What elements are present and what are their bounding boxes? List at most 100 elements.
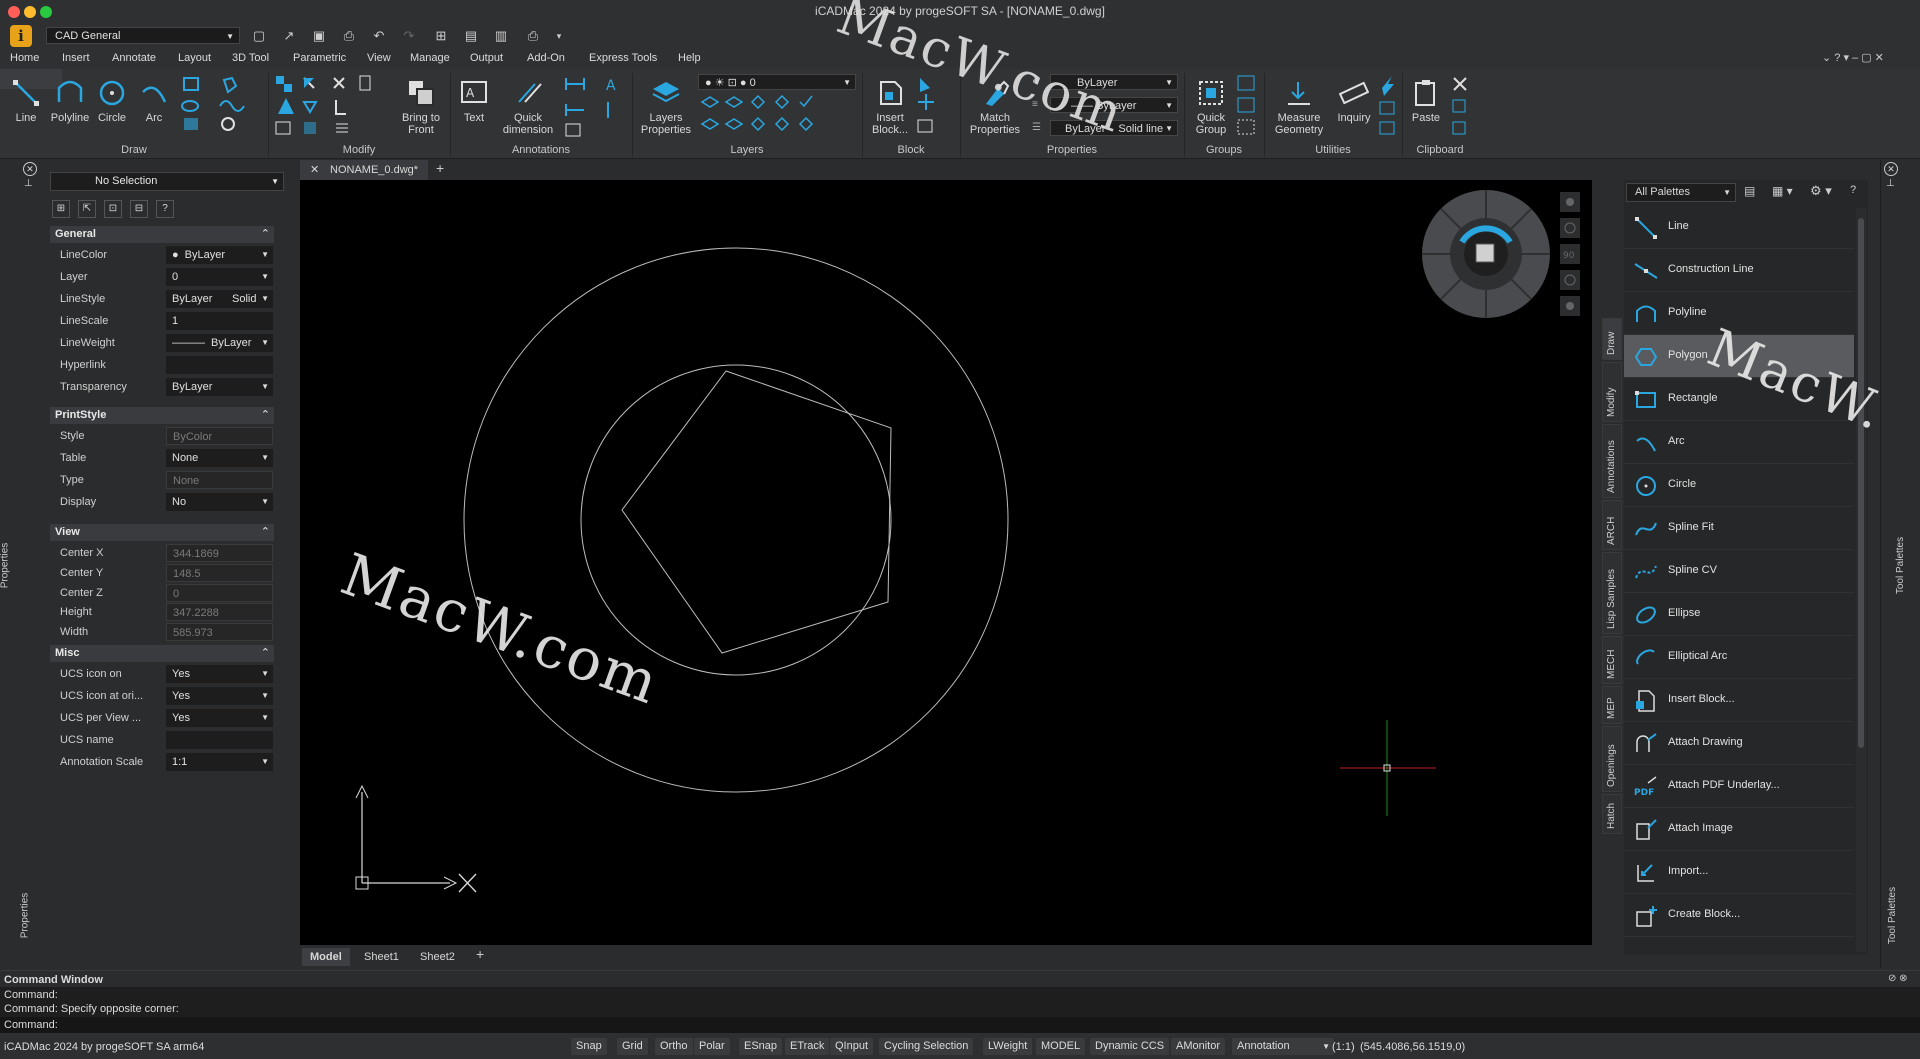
layers-properties-button[interactable]: Layers Properties [638,78,694,136]
arc-button[interactable]: Arc [136,78,172,124]
collapse-icon[interactable]: ⌃ [261,226,270,243]
close-tab-icon[interactable]: ✕ [310,163,319,176]
menu-home[interactable]: Home [10,52,39,64]
palette-item-attach-image[interactable]: Attach Image [1624,808,1854,851]
section-view[interactable]: View ⌃ [50,524,274,541]
properties-bottom-label[interactable]: Properties [19,893,30,939]
paste-button[interactable]: Paste [1408,78,1444,124]
palette-tab-arch[interactable]: ARCH [1602,500,1622,550]
prop-value[interactable]: ByLayer ▼ [166,378,273,396]
qat-customize-icon[interactable]: ▾ [550,27,568,45]
status-toggle-ortho[interactable]: Ortho [655,1038,693,1055]
properties-side-label[interactable]: Properties [0,543,10,589]
prop-value[interactable]: 0 ▼ [166,268,273,286]
group-tools-icon[interactable] [1236,74,1258,138]
status-toggle-cycling-selection[interactable]: Cycling Selection [879,1038,974,1055]
bring-to-front-button[interactable]: Bring to Front [396,78,446,136]
palette-item-spline-fit[interactable]: Spline Fit [1624,507,1854,550]
prop-value[interactable]: 1 [166,312,273,330]
status-toggle-qinput[interactable]: QInput [830,1038,874,1055]
palette-tab-mech[interactable]: MECH [1602,636,1622,684]
menu-output[interactable]: Output [470,52,503,64]
palette-item-insert-block[interactable]: Insert Block... [1624,679,1854,722]
clipboard-tools-icon[interactable] [1450,74,1472,138]
palette-help-icon[interactable]: ? [1850,184,1856,196]
prop-value[interactable]: None ▼ [166,449,273,467]
prop-value[interactable]: 1:1 ▼ [166,753,273,771]
status-toggle-polar[interactable]: Polar [694,1038,730,1055]
modify-tools-icon[interactable] [274,74,390,138]
status-toggle-dynamic-ccs[interactable]: Dynamic CCS [1090,1038,1170,1055]
layout-tab-model[interactable]: Model [302,948,350,966]
status-toggle-amonitor[interactable]: AMonitor [1171,1038,1226,1055]
menu-manage[interactable]: Manage [410,52,450,64]
palette-save-icon[interactable]: ▤ [1744,184,1755,198]
layer-tools-icon[interactable] [700,94,822,138]
annotation-scale-select[interactable]: Annotation ▼ [1232,1038,1334,1055]
close-palette-icon[interactable]: ✕ [1884,162,1898,176]
prop-value[interactable]: ● ByLayer ▼ [166,246,273,264]
command-window-controls-icon[interactable]: ⊘ ⊗ [1888,973,1908,984]
prop-value[interactable] [166,731,273,749]
plot-icon[interactable]: ⎙ [524,27,542,45]
status-toggle-esnap[interactable]: ESnap [739,1038,783,1055]
publish-icon[interactable]: ▥ [492,27,510,45]
prop-value[interactable]: ByLayer Solid ▼ [166,290,273,308]
palette-selector[interactable]: All Palettes ▼ [1626,183,1736,202]
undo-icon[interactable]: ↶ [370,27,388,45]
save-icon[interactable]: ▣ [310,27,328,45]
palette-item-circle[interactable]: Circle [1624,464,1854,507]
layer-select[interactable]: ● ☀ ⊡ ● 0 ▼ [698,74,856,90]
help-icon[interactable]: ? [156,200,174,218]
annotation-tools-icon[interactable]: A [562,74,632,138]
palette-tab-annotations[interactable]: Annotations [1602,424,1622,498]
menu-annotate[interactable]: Annotate [112,52,156,64]
palette-settings-icon[interactable]: ⚙ ▾ [1810,183,1832,199]
outer-circle[interactable] [463,247,1009,793]
open-file-icon[interactable]: ↗ [280,27,298,45]
clipboard-icon[interactable]: ▤ [462,27,480,45]
workspace-select[interactable]: CAD General ▼ [46,27,240,44]
palette-item-attach-drawing[interactable]: Attach Drawing [1624,722,1854,765]
filter-icon[interactable]: ⊟ [130,200,148,218]
document-tab[interactable]: ✕ NONAME_0.dwg* [300,160,428,180]
menu-view[interactable]: View [367,52,391,64]
menu-parametric[interactable]: Parametric [293,52,346,64]
measure-geometry-button[interactable]: Measure Geometry [1270,78,1328,136]
insert-block-button[interactable]: Insert Block... [868,78,912,136]
view-cube[interactable] [1422,190,1550,318]
prop-value[interactable]: No ▼ [166,493,273,511]
palette-tab-mep[interactable]: MEP [1602,686,1622,724]
new-tab-icon[interactable]: + [436,160,444,176]
status-toggle-lweight[interactable]: LWeight [983,1038,1033,1055]
status-toggle-etrack[interactable]: ETrack [785,1038,830,1055]
palette-item-attach-pdf-underlay[interactable]: PDF Attach PDF Underlay... [1624,765,1854,808]
status-toggle-model[interactable]: MODEL [1036,1038,1086,1055]
redo-icon[interactable]: ↷ [400,27,418,45]
utility-tools-icon[interactable] [1378,74,1398,138]
polyline-button[interactable]: Polyline [48,78,92,124]
palette-item-elliptical-arc[interactable]: Elliptical Arc [1624,636,1854,679]
status-toggle-snap[interactable]: Snap [571,1038,607,1055]
menu-layout[interactable]: Layout [178,52,211,64]
section-general[interactable]: General ⌃ [50,226,274,243]
circle-button[interactable]: Circle [94,78,130,124]
layout-tab-sheet2[interactable]: Sheet2 [412,948,463,966]
palette-tab-hatch[interactable]: Hatch [1602,794,1622,834]
command-input[interactable]: Command: [0,1017,1920,1033]
quick-select-icon[interactable]: ⊡ [104,200,122,218]
section-printstyle[interactable]: PrintStyle ⌃ [50,407,274,424]
palette-scrollbar[interactable] [1856,208,1866,952]
print-icon[interactable]: ⎙ [340,27,358,45]
palette-item-line[interactable]: Line [1624,206,1854,249]
palette-item-arc[interactable]: Arc [1624,421,1854,464]
ribbon-options-icon[interactable]: ⌄ ? ▾ – ▢ ✕ [1822,51,1884,64]
selection-select[interactable]: No Selection ▼ [50,172,284,191]
select-all-icon[interactable]: ⊞ [52,200,70,218]
inquiry-button[interactable]: Inquiry [1334,78,1374,124]
new-file-icon[interactable]: ▢ [250,27,268,45]
tool-palettes-bottom-label[interactable]: Tool Palettes [1887,887,1898,944]
menu-express-tools[interactable]: Express Tools [589,52,657,64]
menu-help[interactable]: Help [678,52,701,64]
collapse-icon[interactable]: ⌃ [261,524,270,541]
